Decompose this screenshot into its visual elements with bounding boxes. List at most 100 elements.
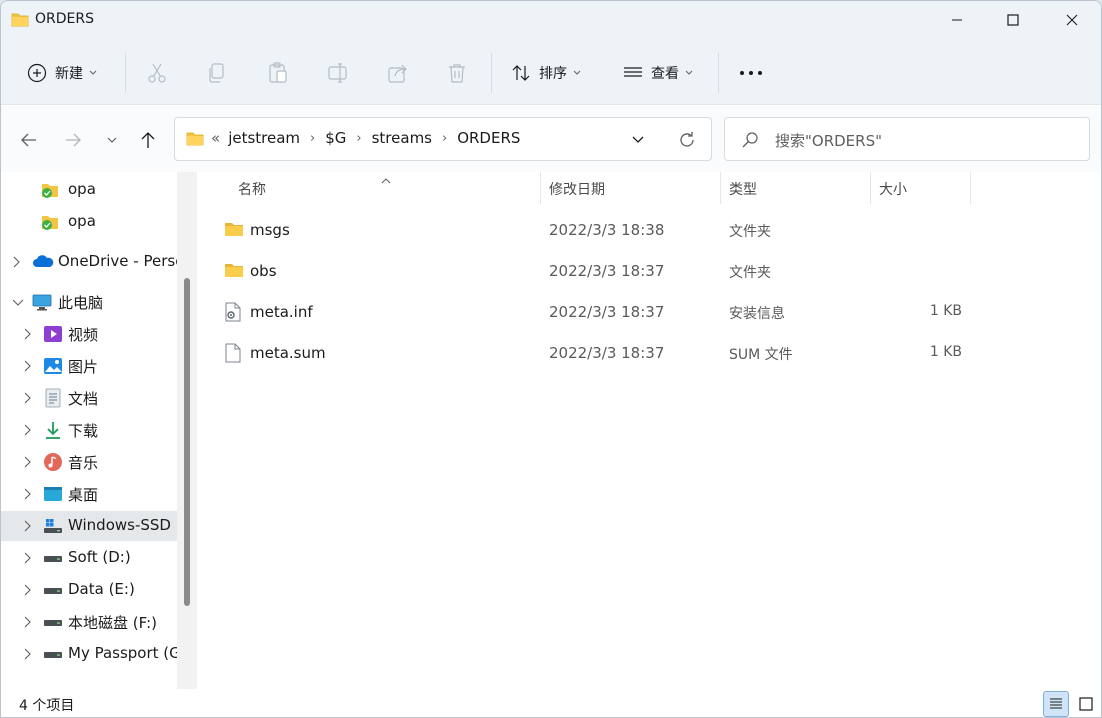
address-history-button[interactable]	[631, 132, 645, 150]
file-row[interactable]: obs 2022/3/3 18:37 文件夹	[212, 251, 972, 291]
chevron-right-icon	[13, 256, 20, 268]
paste-button[interactable]	[267, 55, 289, 91]
scissors-icon	[148, 63, 166, 83]
recent-locations-button[interactable]	[96, 124, 128, 156]
chevron-right-icon[interactable]: ›	[356, 131, 361, 146]
file-date: 2022/3/3 18:38	[549, 221, 665, 239]
sidebar-item-local-disk-f[interactable]: 本地磁盘 (F:)	[1, 607, 177, 637]
refresh-icon	[680, 132, 694, 147]
windows-drive-icon	[43, 516, 63, 536]
chevron-down-icon	[89, 70, 97, 75]
copy-icon	[209, 63, 224, 83]
cut-button[interactable]	[147, 55, 167, 91]
view-button[interactable]: 查看	[623, 55, 693, 91]
file-type: 安装信息	[729, 306, 785, 322]
column-header-date[interactable]: 修改日期	[549, 179, 605, 199]
sort-button[interactable]: 排序	[511, 55, 581, 91]
minimize-button[interactable]	[929, 1, 985, 39]
rename-icon	[328, 63, 347, 83]
chevron-right-icon	[24, 488, 31, 500]
blank-file-icon	[224, 343, 242, 367]
column-divider[interactable]	[540, 172, 541, 204]
arrow-up-icon	[141, 132, 155, 148]
share-icon	[388, 64, 407, 83]
search-box[interactable]: 搜索"ORDERS"	[724, 117, 1090, 161]
sidebar-item-windows-ssd[interactable]: Windows-SSD (	[1, 511, 182, 541]
settings-file-icon	[224, 302, 242, 326]
sidebar-item-opa[interactable]: opa	[1, 207, 177, 237]
file-date: 2022/3/3 18:37	[549, 344, 665, 362]
chevron-down-icon	[685, 70, 693, 75]
sidebar-scrollbar-thumb[interactable]	[184, 278, 190, 606]
tiles-view-icon	[1079, 697, 1093, 711]
sidebar-item-label: 桌面	[68, 486, 99, 504]
tiles-view-button[interactable]	[1073, 691, 1099, 717]
address-bar[interactable]: « jetstream › $G › streams › ORDERS	[174, 117, 712, 161]
breadcrumb-item[interactable]: streams	[372, 129, 432, 147]
column-divider[interactable]	[970, 172, 971, 204]
rename-button[interactable]	[327, 55, 349, 91]
delete-button[interactable]	[447, 55, 467, 91]
more-options-button[interactable]	[739, 55, 763, 91]
new-button[interactable]: 新建	[27, 55, 97, 91]
pictures-icon	[43, 356, 63, 376]
minimize-icon	[952, 19, 962, 21]
maximize-button[interactable]	[985, 1, 1041, 39]
sidebar-item-data-e[interactable]: Data (E:)	[1, 575, 177, 605]
sort-ascending-icon	[381, 172, 391, 188]
column-header-type[interactable]: 类型	[729, 179, 757, 199]
column-divider[interactable]	[720, 172, 721, 204]
sidebar-item-my-passport[interactable]: My Passport (G	[1, 639, 181, 669]
column-header-name[interactable]: 名称	[238, 179, 266, 199]
folder-icon	[224, 220, 244, 242]
folder-sync-icon	[40, 180, 60, 200]
file-type: 文件夹	[729, 224, 771, 240]
breadcrumb-item[interactable]: jetstream	[228, 129, 300, 147]
sidebar-item-this-pc[interactable]: 此电脑	[1, 287, 177, 317]
status-bar: 4 个项目	[1, 689, 1101, 717]
breadcrumb-item[interactable]: $G	[325, 129, 346, 147]
file-row[interactable]: meta.inf 2022/3/3 18:37 安装信息 1 KB	[212, 292, 972, 332]
close-button[interactable]	[1044, 1, 1100, 39]
sidebar-item-opa[interactable]: opa	[1, 175, 177, 205]
copy-button[interactable]	[207, 55, 227, 91]
file-size: 1 KB	[929, 303, 962, 319]
file-name: meta.inf	[250, 303, 313, 321]
sidebar-item-documents[interactable]: 文档	[1, 383, 177, 413]
breadcrumb-item[interactable]: ORDERS	[457, 129, 520, 147]
sidebar-item-label: 此电脑	[58, 294, 104, 312]
folder-sync-icon	[40, 212, 60, 232]
column-header-size[interactable]: 大小	[879, 179, 907, 199]
paste-icon	[269, 62, 287, 83]
chevron-down-icon	[573, 70, 581, 75]
download-icon	[43, 420, 63, 440]
sidebar-item-desktop[interactable]: 桌面	[1, 479, 177, 509]
file-row[interactable]: msgs 2022/3/3 18:38 文件夹	[212, 210, 972, 250]
chevron-right-icon[interactable]: ›	[442, 131, 447, 146]
search-placeholder: 搜索"ORDERS"	[775, 132, 882, 150]
sidebar-item-label: opa	[68, 212, 96, 230]
sidebar-item-videos[interactable]: 视频	[1, 319, 177, 349]
chevron-right-icon[interactable]: ›	[310, 131, 315, 146]
chevron-right-icon	[24, 360, 31, 372]
sidebar-item-onedrive[interactable]: OneDrive - Perso	[1, 247, 184, 277]
forward-button[interactable]	[57, 124, 89, 156]
details-view-button[interactable]	[1043, 691, 1069, 717]
sidebar-item-downloads[interactable]: 下载	[1, 415, 177, 445]
share-button[interactable]	[387, 55, 409, 91]
sidebar-item-music[interactable]: 音乐	[1, 447, 177, 477]
sort-label: 排序	[539, 66, 567, 82]
sidebar-item-soft-d[interactable]: Soft (D:)	[1, 543, 177, 573]
refresh-button[interactable]	[678, 131, 696, 153]
breadcrumb-overflow[interactable]: «	[211, 129, 220, 147]
folder-icon	[186, 131, 204, 151]
back-button[interactable]	[13, 124, 45, 156]
toolbar-separator	[491, 53, 492, 93]
details-view-icon	[1050, 698, 1062, 709]
file-row[interactable]: meta.sum 2022/3/3 18:37 SUM 文件 1 KB	[212, 333, 972, 373]
view-list-icon	[624, 67, 642, 77]
column-divider[interactable]	[870, 172, 871, 204]
sidebar-item-pictures[interactable]: 图片	[1, 351, 177, 381]
up-button[interactable]	[132, 124, 164, 156]
onedrive-icon	[32, 252, 54, 272]
